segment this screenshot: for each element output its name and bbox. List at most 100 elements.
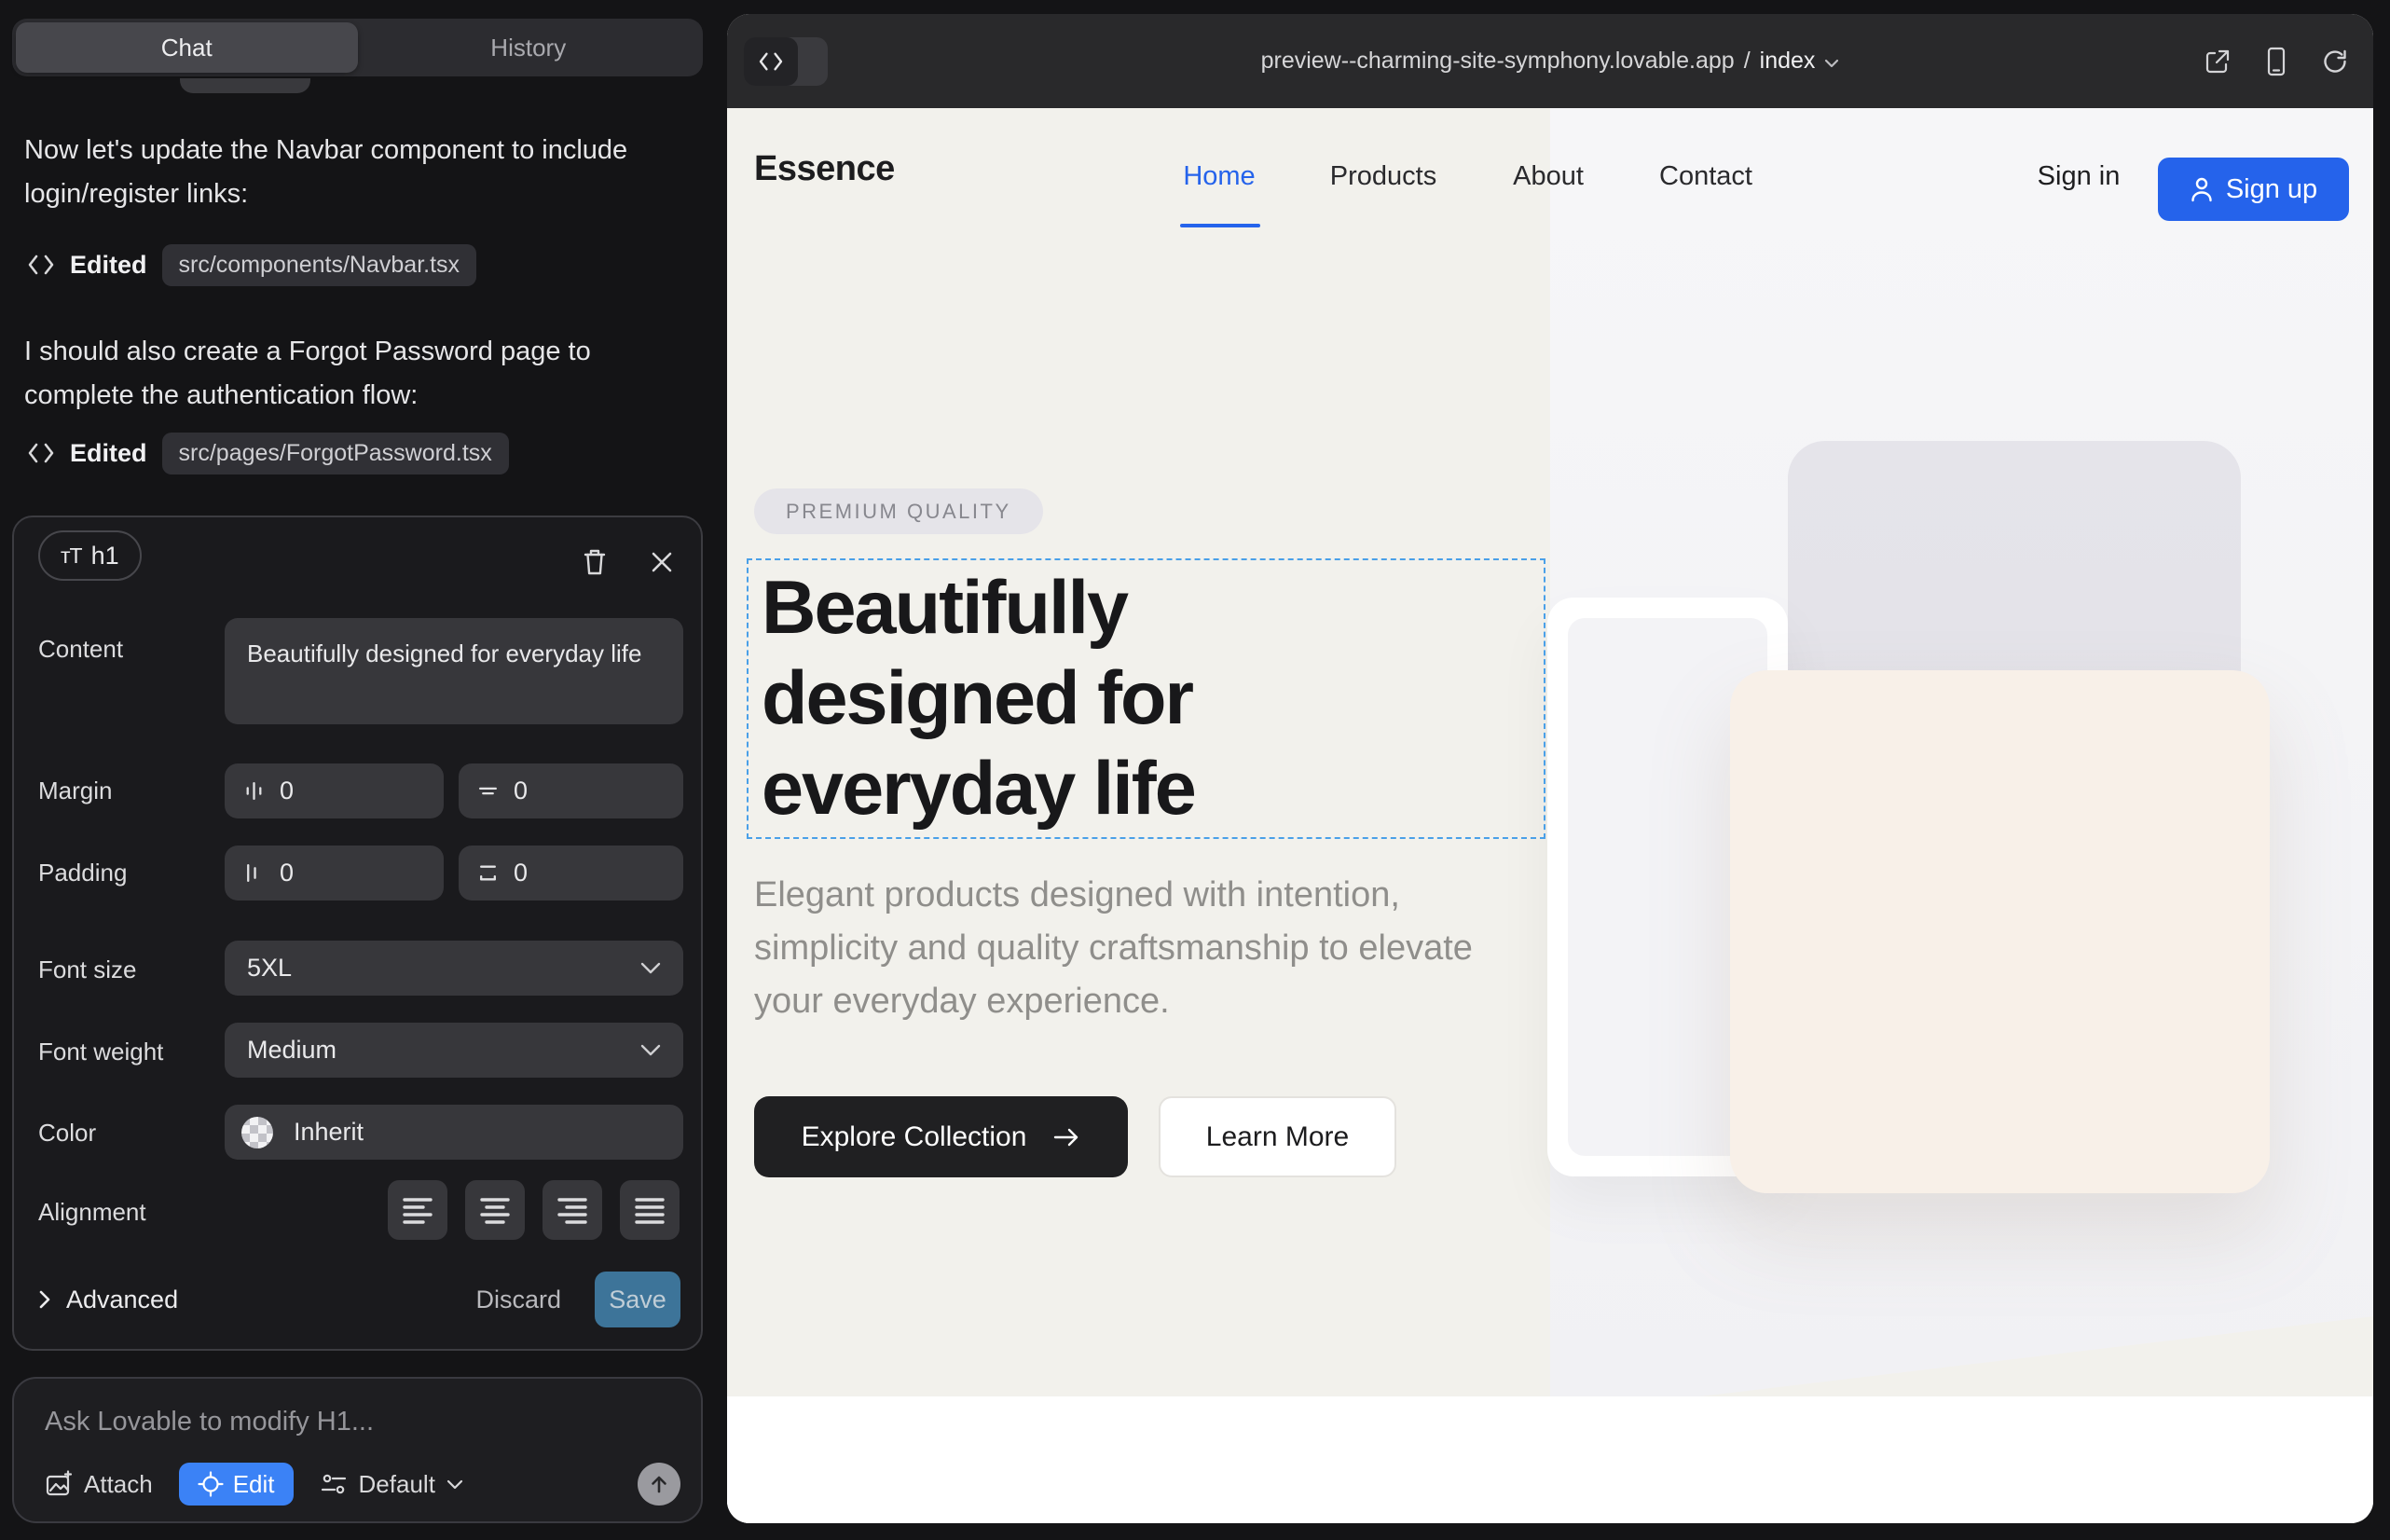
edited-file-row: Edited src/pages/ForgotPassword.tsx xyxy=(27,431,509,475)
chevron-right-icon xyxy=(38,1289,51,1310)
code-icon xyxy=(27,254,55,276)
composer-toolbar: Attach Edit Default xyxy=(45,1462,680,1506)
padding-y-value: 0 xyxy=(514,859,528,887)
preview-url: preview--charming-site-symphony.lovable.… xyxy=(1261,48,1735,75)
nav-link-home[interactable]: Home xyxy=(1183,161,1255,192)
file-path-badge[interactable]: src/components/Navbar.tsx xyxy=(162,244,477,286)
selected-h1-element[interactable]: Beautifully designed for everyday life xyxy=(747,558,1545,839)
app-root: Chat History Now let's update the Navbar… xyxy=(0,0,2390,1540)
font-size-select[interactable]: 5XL xyxy=(225,941,683,996)
learn-more-button[interactable]: Learn More xyxy=(1159,1096,1396,1177)
content-label: Content xyxy=(38,635,123,664)
nav-link-about[interactable]: About xyxy=(1513,161,1584,192)
preview-page-name: index xyxy=(1760,48,1816,75)
tab-history[interactable]: History xyxy=(358,22,700,73)
margin-y-value: 0 xyxy=(514,777,528,805)
person-icon xyxy=(2190,176,2214,202)
margin-y-input[interactable]: 0 xyxy=(459,763,683,818)
color-value: Inherit xyxy=(294,1118,364,1147)
file-path-badge[interactable]: src/pages/ForgotPassword.tsx xyxy=(162,433,509,474)
edited-file-row: Edited src/components/Navbar.tsx xyxy=(27,242,476,287)
color-select[interactable]: Inherit xyxy=(225,1105,683,1160)
delete-element-button[interactable] xyxy=(574,542,615,583)
explore-collection-label: Explore Collection xyxy=(802,1121,1027,1153)
code-icon xyxy=(27,442,55,464)
section-below-hero xyxy=(727,1396,2373,1523)
alignment-button-group xyxy=(388,1180,680,1240)
nav-link-products[interactable]: Products xyxy=(1330,161,1436,192)
topbar-actions xyxy=(2204,14,2349,108)
chat-message: Now let's update the Navbar component to… xyxy=(24,129,688,216)
font-size-label: Font size xyxy=(38,956,137,984)
padding-x-input[interactable]: 0 xyxy=(225,846,444,901)
refresh-icon[interactable] xyxy=(2321,48,2349,76)
edited-label: Edited xyxy=(70,439,147,468)
text-type-icon: тT xyxy=(61,543,82,569)
margin-x-input[interactable]: 0 xyxy=(225,763,444,818)
align-left-button[interactable] xyxy=(388,1180,447,1240)
open-external-icon[interactable] xyxy=(2204,48,2232,76)
attach-button[interactable]: Attach xyxy=(45,1470,153,1499)
sidebar-tab-bar: Chat History xyxy=(12,19,703,76)
save-button[interactable]: Save xyxy=(595,1272,680,1327)
send-button[interactable] xyxy=(638,1463,680,1506)
hero-cta-row: Explore Collection Learn More xyxy=(754,1096,1396,1177)
panel-footer: Advanced Discard Save xyxy=(38,1272,680,1327)
element-editor-panel: тT h1 Content Beautifully designed for e… xyxy=(12,516,703,1351)
active-nav-underline xyxy=(1180,224,1260,227)
chevron-down-icon xyxy=(446,1479,463,1490)
crosshair-icon xyxy=(198,1471,224,1497)
discard-button[interactable]: Discard xyxy=(475,1286,561,1314)
tab-chat[interactable]: Chat xyxy=(16,22,358,73)
margin-label: Margin xyxy=(38,777,112,805)
transparency-swatch-icon xyxy=(241,1117,273,1148)
chat-sidebar: Chat History Now let's update the Navbar… xyxy=(0,0,727,1540)
padding-label: Padding xyxy=(38,859,127,887)
chevron-down-icon xyxy=(640,1044,661,1056)
attach-image-icon xyxy=(45,1470,73,1498)
sliders-icon xyxy=(320,1472,348,1496)
padding-y-input[interactable]: 0 xyxy=(459,846,683,901)
preview-topbar: preview--charming-site-symphony.lovable.… xyxy=(727,14,2373,108)
margin-x-value: 0 xyxy=(280,777,294,805)
align-right-button[interactable] xyxy=(543,1180,602,1240)
align-justify-button[interactable] xyxy=(620,1180,680,1240)
mobile-view-icon[interactable] xyxy=(2267,47,2286,76)
align-center-button[interactable] xyxy=(465,1180,525,1240)
selected-element-tag: h1 xyxy=(91,542,119,571)
composer-placeholder[interactable]: Ask Lovable to modify H1... xyxy=(45,1407,374,1437)
explore-collection-button[interactable]: Explore Collection xyxy=(754,1096,1128,1177)
attach-label: Attach xyxy=(84,1470,153,1499)
font-size-value: 5XL xyxy=(247,954,292,983)
edited-label: Edited xyxy=(70,251,147,280)
edit-label: Edit xyxy=(233,1470,275,1499)
decor-card-cream xyxy=(1730,670,2270,1193)
preview-url-bar[interactable]: preview--charming-site-symphony.lovable.… xyxy=(727,14,2373,108)
default-label: Default xyxy=(359,1470,435,1499)
advanced-toggle[interactable]: Advanced xyxy=(38,1286,178,1314)
arrow-up-icon xyxy=(649,1474,669,1494)
sign-up-button[interactable]: Sign up xyxy=(2158,158,2349,221)
hero-heading-line: everyday life xyxy=(762,744,1531,834)
color-label: Color xyxy=(38,1119,96,1148)
chat-message: I should also create a Forgot Password p… xyxy=(24,330,688,418)
chevron-down-icon xyxy=(640,962,661,974)
model-default-selector[interactable]: Default xyxy=(320,1470,463,1499)
edit-mode-button[interactable]: Edit xyxy=(179,1463,294,1506)
font-weight-value: Medium xyxy=(247,1036,337,1065)
preview-window: preview--charming-site-symphony.lovable.… xyxy=(727,14,2373,1523)
alignment-label: Alignment xyxy=(38,1198,146,1227)
site-logo[interactable]: Essence xyxy=(754,149,895,189)
chevron-down-icon[interactable] xyxy=(1824,59,1839,68)
scrolled-button-partial[interactable] xyxy=(180,78,310,93)
content-input[interactable]: Beautifully designed for everyday life xyxy=(225,618,683,724)
hero-heading-line: designed for xyxy=(762,653,1531,744)
nav-link-contact[interactable]: Contact xyxy=(1659,161,1752,192)
close-panel-icon[interactable] xyxy=(641,542,682,583)
selected-element-chip[interactable]: тT h1 xyxy=(38,530,142,581)
chat-composer[interactable]: Ask Lovable to modify H1... Attach Edit … xyxy=(12,1377,703,1523)
advanced-label: Advanced xyxy=(66,1286,178,1314)
site-canvas: Essence Home Products About Contact Sign… xyxy=(727,108,2373,1523)
sign-in-link[interactable]: Sign in xyxy=(2038,161,2121,192)
font-weight-select[interactable]: Medium xyxy=(225,1023,683,1078)
